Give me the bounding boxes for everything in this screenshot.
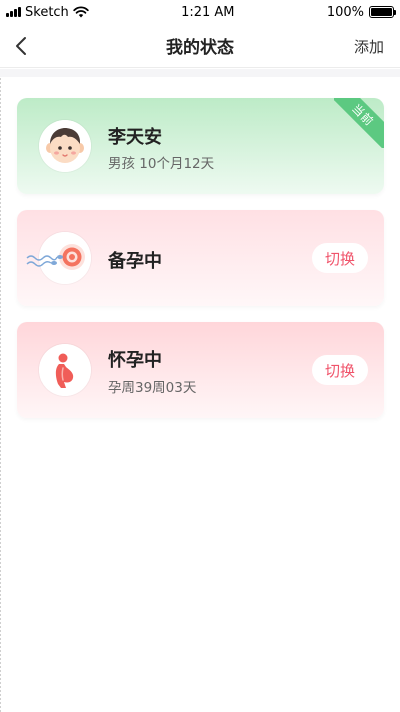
baby-face-icon [39,120,91,172]
page-title: 我的状态 [166,38,234,58]
carrier-label: Sketch [25,4,69,20]
sperm-egg-icon [26,232,91,284]
current-badge: 当前 [334,98,384,148]
status-card-preparing[interactable]: 备孕中 切换 [17,210,384,306]
status-card-current[interactable]: 李天安 男孩 10个月12天 当前 [17,98,384,194]
status-card-pregnant[interactable]: 怀孕中 孕周39周03天 切换 [17,322,384,418]
back-button[interactable] [8,33,34,59]
switch-button-preparing[interactable]: 切换 [312,243,368,273]
switch-button-pregnant[interactable]: 切换 [312,355,368,385]
pregnancy-week: 孕周39周03天 [108,380,197,396]
battery-percent: 100% [326,4,364,20]
status-name-preparing: 备孕中 [108,251,162,272]
status-bar: Sketch 1:21 AM 100% [0,0,400,24]
nav-bar: 我的状态 添加 [0,24,400,68]
status-right: 100% [326,4,396,20]
signal-icon [6,7,21,17]
add-button[interactable]: 添加 [354,36,384,57]
pregnant-woman-icon [39,344,91,396]
chevron-left-icon [16,37,26,55]
wifi-icon [73,6,89,18]
child-detail: 男孩 10个月12天 [108,156,215,172]
child-name: 李天安 [108,127,162,148]
header-divider-band [0,69,400,77]
battery-icon [368,6,396,18]
current-badge-label: 当前 [349,101,377,129]
left-edge-guide [0,78,1,712]
status-left: Sketch [6,5,89,20]
status-time: 1:21 AM [181,4,235,20]
status-name-pregnant: 怀孕中 [108,350,162,371]
